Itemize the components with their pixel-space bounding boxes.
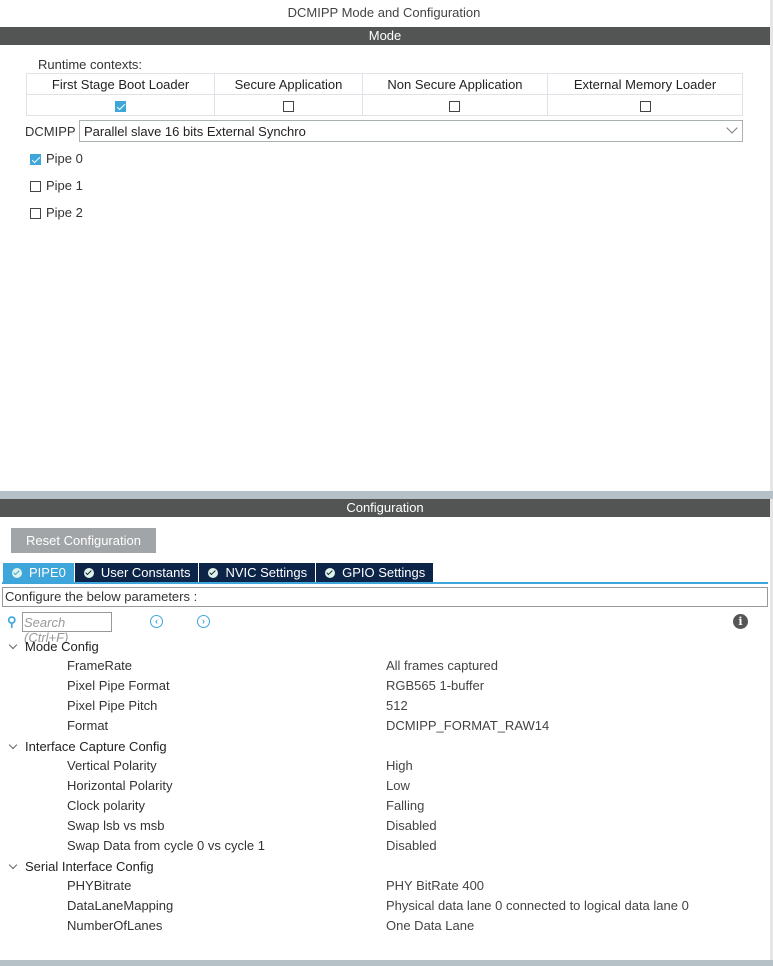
dcmipp-mode-select[interactable]: Parallel slave 16 bits External Synchro [79, 120, 743, 142]
pipe-1-checkbox[interactable]: Pipe 1 [30, 178, 83, 193]
pipe-label: Pipe 2 [46, 205, 83, 220]
param-row[interactable]: Horizontal Polarity Low [0, 776, 770, 796]
checkbox-icon[interactable] [30, 208, 41, 220]
tab-label: NVIC Settings [225, 565, 308, 580]
check-circle-icon [325, 567, 336, 578]
context-checkbox-fsbl[interactable] [115, 100, 127, 112]
bottom-border [0, 960, 773, 966]
param-name: Swap Data from cycle 0 vs cycle 1 [67, 838, 265, 853]
check-circle-icon [208, 567, 219, 578]
tab-gpio-settings[interactable]: GPIO Settings [316, 563, 434, 582]
param-row[interactable]: Swap lsb vs msb Disabled [0, 816, 770, 836]
panel-splitter[interactable] [0, 491, 773, 499]
pipe-label: Pipe 1 [46, 178, 83, 193]
param-value[interactable]: PHY BitRate 400 [386, 878, 484, 893]
context-header: Secure Application [214, 73, 363, 95]
config-tabs: PIPE0 User Constants NVIC Settings GPIO … [3, 563, 434, 582]
checkbox-icon[interactable] [30, 154, 41, 166]
info-icon[interactable]: i [733, 614, 748, 629]
pipe-label: Pipe 0 [46, 151, 83, 166]
check-circle-icon [83, 567, 94, 578]
param-name: Pixel Pipe Pitch [67, 698, 158, 713]
check-circle-icon [12, 567, 22, 578]
group-label: Serial Interface Config [25, 859, 154, 874]
dcmipp-mode-value: Parallel slave 16 bits External Synchro [84, 124, 306, 139]
tab-label: PIPE0 [29, 565, 66, 580]
param-value[interactable]: Low [386, 778, 410, 793]
checkbox-icon[interactable] [30, 181, 41, 193]
param-group[interactable]: Interface Capture Config [8, 739, 167, 754]
chevron-down-icon [726, 122, 738, 134]
tab-pipe0[interactable]: PIPE0 [3, 563, 74, 582]
context-header: External Memory Loader [547, 73, 743, 95]
pipe-0-checkbox[interactable]: Pipe 0 [30, 151, 83, 166]
group-label: Interface Capture Config [25, 739, 167, 754]
tab-label: User Constants [100, 565, 191, 580]
search-input[interactable]: Search (Ctrl+F) [22, 612, 112, 645]
chevron-down-icon[interactable] [8, 740, 18, 750]
runtime-contexts-table: First Stage Boot Loader Secure Applicati… [25, 73, 743, 116]
configuration-header: Configuration [0, 499, 770, 517]
configure-parameters-label: Configure the below parameters : [2, 587, 768, 607]
param-row[interactable]: PHYBitrate PHY BitRate 400 [0, 876, 770, 896]
param-row[interactable]: Vertical Polarity High [0, 756, 770, 776]
param-name: DataLaneMapping [67, 898, 174, 913]
param-name: Pixel Pipe Format [67, 678, 170, 693]
param-value[interactable]: RGB565 1-buffer [386, 678, 484, 693]
param-name: Format [67, 718, 109, 733]
mode-header: Mode [0, 27, 770, 45]
tab-underline [2, 582, 768, 584]
param-row[interactable]: NumberOfLanes One Data Lane [0, 916, 770, 936]
param-group[interactable]: Serial Interface Config [8, 859, 154, 874]
param-name: Swap lsb vs msb [67, 818, 165, 833]
param-value[interactable]: Physical data lane 0 connected to logica… [386, 898, 689, 913]
param-row[interactable]: Format DCMIPP_FORMAT_RAW14 [0, 716, 770, 736]
param-value[interactable]: One Data Lane [386, 918, 474, 933]
param-value[interactable]: DCMIPP_FORMAT_RAW14 [386, 718, 549, 733]
runtime-contexts-label: Runtime contexts: [38, 57, 143, 72]
param-row[interactable]: Pixel Pipe Pitch 512 [0, 696, 770, 716]
tab-label: GPIO Settings [342, 565, 426, 580]
dcmipp-label: DCMIPP [25, 124, 76, 139]
param-name: Vertical Polarity [67, 758, 157, 773]
chevron-down-icon[interactable] [8, 860, 18, 870]
param-group[interactable]: Mode Config [8, 639, 99, 654]
param-row[interactable]: FrameRate All frames captured [0, 656, 770, 676]
param-name: PHYBitrate [67, 878, 132, 893]
reset-configuration-button[interactable]: Reset Configuration [11, 528, 156, 553]
tab-user-constants[interactable]: User Constants [74, 563, 199, 582]
param-name: FrameRate [67, 658, 133, 673]
context-checkbox-nonsecure[interactable] [449, 100, 461, 112]
param-value[interactable]: Disabled [386, 818, 437, 833]
param-row[interactable]: Pixel Pipe Format RGB565 1-buffer [0, 676, 770, 696]
param-name: NumberOfLanes [67, 918, 163, 933]
pipe-2-checkbox[interactable]: Pipe 2 [30, 205, 83, 220]
tab-nvic-settings[interactable]: NVIC Settings [199, 563, 316, 582]
param-value[interactable]: High [386, 758, 413, 773]
param-name: Clock polarity [67, 798, 146, 813]
context-checkbox-secure[interactable] [282, 100, 294, 112]
param-name: Horizontal Polarity [67, 778, 173, 793]
group-label: Mode Config [25, 639, 99, 654]
param-value[interactable]: 512 [386, 698, 408, 713]
chevron-down-icon[interactable] [8, 640, 18, 650]
context-header: Non Secure Application [361, 73, 549, 95]
param-row[interactable]: Clock polarity Falling [0, 796, 770, 816]
previous-icon[interactable]: ‹ [150, 615, 163, 628]
param-row[interactable]: Swap Data from cycle 0 vs cycle 1 Disable… [0, 836, 770, 856]
search-icon: ⚲ [7, 614, 17, 629]
param-value[interactable]: All frames captured [386, 658, 498, 673]
param-value[interactable]: Disabled [386, 838, 437, 853]
context-checkbox-extmem[interactable] [639, 100, 651, 112]
context-header: First Stage Boot Loader [25, 73, 216, 95]
param-value[interactable]: Falling [386, 798, 424, 813]
param-row[interactable]: DataLaneMapping Physical data lane 0 conn… [0, 896, 770, 916]
next-icon[interactable]: › [197, 615, 210, 628]
window-title: DCMIPP Mode and Configuration [287, 5, 481, 20]
